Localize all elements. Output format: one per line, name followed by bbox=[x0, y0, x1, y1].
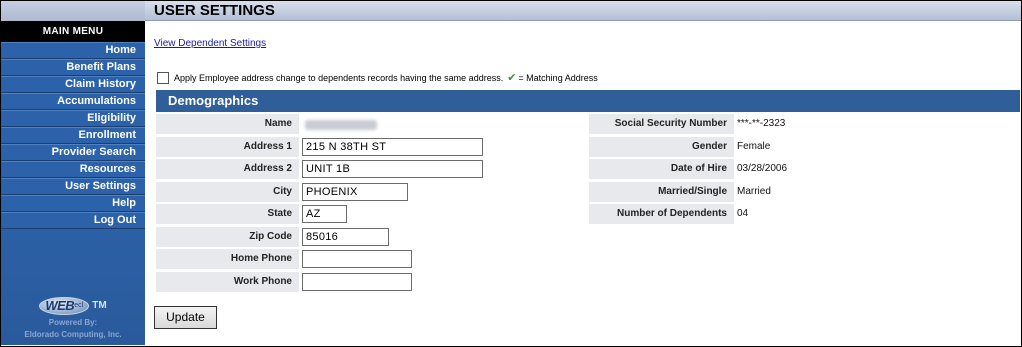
webecl-logo: WEB ecl TM bbox=[39, 296, 107, 315]
work-phone-label: Work Phone bbox=[156, 272, 299, 292]
gender-value: Female bbox=[737, 141, 771, 152]
address1-input[interactable]: 215 N 38TH ST bbox=[302, 138, 483, 156]
sidebar-top-stripe bbox=[1, 1, 145, 21]
menu-item-resources[interactable]: Resources bbox=[1, 161, 145, 178]
powered-by-text: Powered By: bbox=[48, 318, 98, 327]
marital-status-value: Married bbox=[737, 186, 771, 197]
logo-badge: WEB ecl bbox=[39, 296, 90, 315]
menu-item-log-out[interactable]: Log Out bbox=[1, 212, 145, 229]
name-value-redacted bbox=[305, 120, 377, 130]
page-header: USER SETTINGS bbox=[145, 1, 1021, 21]
menu-item-home[interactable]: Home bbox=[1, 42, 145, 59]
ssn-value: ***-**-2323 bbox=[737, 118, 786, 129]
dependents-label: Number of Dependents bbox=[589, 204, 734, 224]
home-phone-input[interactable] bbox=[302, 250, 412, 268]
apply-address-text: Apply Employee address change to depende… bbox=[174, 72, 504, 83]
menu-item-eligibility[interactable]: Eligibility bbox=[1, 110, 145, 127]
address2-input[interactable]: UNIT 1B bbox=[302, 160, 483, 178]
city-input[interactable]: PHOENIX bbox=[302, 183, 408, 201]
work-phone-input[interactable] bbox=[302, 273, 412, 291]
menu-item-provider-search[interactable]: Provider Search bbox=[1, 144, 145, 161]
date-of-hire-value: 03/28/2006 bbox=[737, 163, 788, 174]
company-name: Eldorado Computing, Inc. bbox=[24, 330, 122, 339]
gender-label: Gender bbox=[589, 137, 734, 157]
page-frame bbox=[0, 0, 1022, 347]
logo-block: WEB ecl TM Powered By: Eldorado Computing… bbox=[1, 296, 145, 339]
matching-address-text: = Matching Address bbox=[518, 72, 598, 83]
address1-label: Address 1 bbox=[156, 137, 299, 157]
dependents-value: 04 bbox=[737, 208, 749, 219]
logo-brand-suffix: ecl bbox=[74, 302, 84, 309]
ssn-label: Social Security Number bbox=[589, 114, 734, 134]
apply-address-row: Apply Employee address change to depende… bbox=[157, 71, 598, 84]
logo-brand: WEB bbox=[45, 298, 75, 313]
menu-item-user-settings[interactable]: User Settings bbox=[1, 178, 145, 195]
view-dependent-settings-link[interactable]: View Dependent Settings bbox=[154, 38, 266, 49]
check-icon: ✔ bbox=[507, 72, 517, 84]
menu-item-claim-history[interactable]: Claim History bbox=[1, 76, 145, 93]
state-label: State bbox=[156, 204, 299, 224]
logo-tm: TM bbox=[92, 300, 107, 311]
main-menu-title: MAIN MENU bbox=[1, 21, 145, 42]
sidebar: MAIN MENU Home Benefit Plans Claim Histo… bbox=[1, 1, 145, 345]
marital-status-label: Married/Single bbox=[589, 182, 734, 202]
city-label: City bbox=[156, 182, 299, 202]
page-title: USER SETTINGS bbox=[154, 2, 275, 19]
demographics-header: Demographics bbox=[156, 90, 1020, 112]
state-input[interactable]: AZ bbox=[302, 205, 347, 223]
zip-label: Zip Code bbox=[156, 227, 299, 247]
menu-item-help[interactable]: Help bbox=[1, 195, 145, 212]
date-of-hire-label: Date of Hire bbox=[589, 159, 734, 179]
update-button[interactable]: Update bbox=[154, 306, 217, 329]
menu-item-accumulations[interactable]: Accumulations bbox=[1, 93, 145, 110]
name-label: Name bbox=[156, 114, 299, 134]
apply-address-checkbox[interactable] bbox=[157, 71, 169, 84]
menu-item-benefit-plans[interactable]: Benefit Plans bbox=[1, 59, 145, 76]
menu-item-enrollment[interactable]: Enrollment bbox=[1, 127, 145, 144]
address2-label: Address 2 bbox=[156, 159, 299, 179]
home-phone-label: Home Phone bbox=[156, 249, 299, 269]
zip-input[interactable]: 85016 bbox=[302, 228, 389, 246]
